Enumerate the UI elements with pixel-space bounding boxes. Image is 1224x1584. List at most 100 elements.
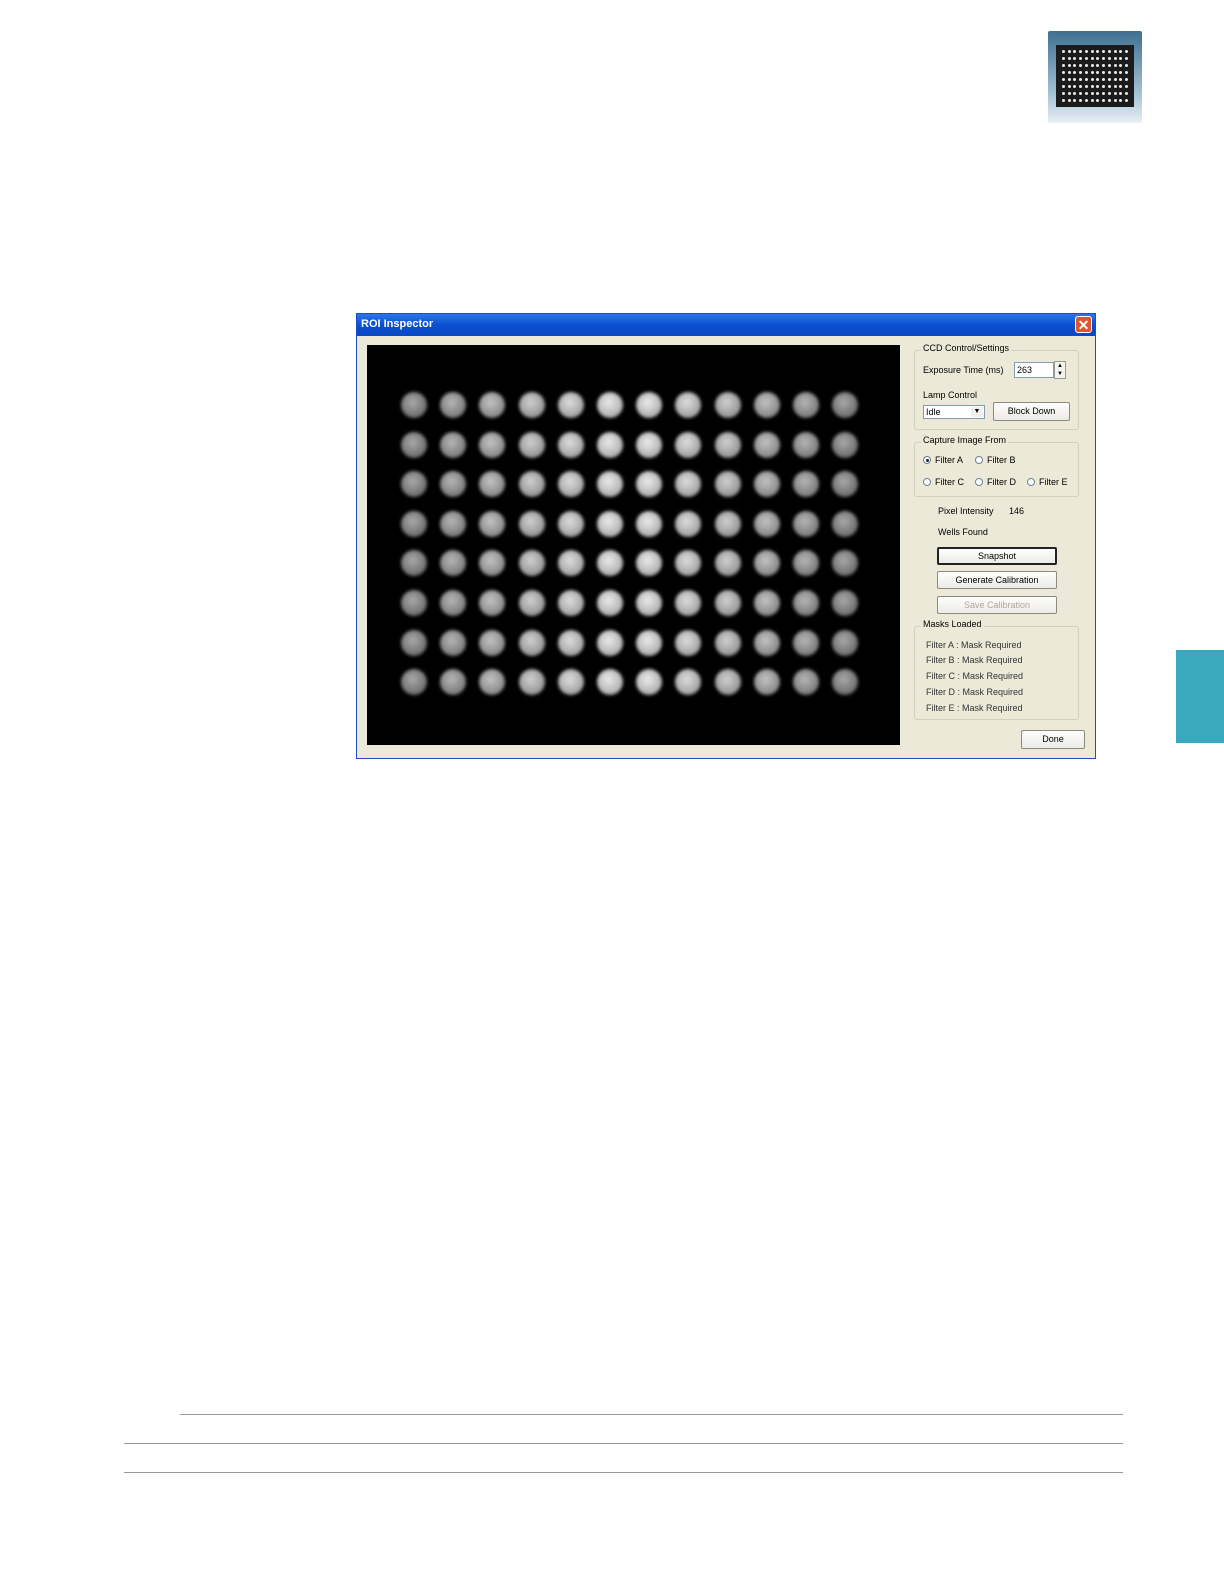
thumbnail-well — [1113, 98, 1117, 102]
done-button[interactable]: Done — [1021, 730, 1085, 749]
well-spot — [636, 431, 663, 458]
thumbnail-well — [1096, 50, 1100, 54]
thumbnail-well — [1079, 57, 1083, 61]
well-spot — [636, 510, 663, 537]
thumbnail-well — [1061, 64, 1065, 68]
thumbnail-well — [1090, 91, 1094, 95]
thumbnail-well — [1102, 57, 1106, 61]
well-spot — [518, 392, 545, 418]
thumbnail-well — [1084, 64, 1088, 68]
well-spot — [832, 471, 859, 498]
thumbnail-well — [1113, 91, 1117, 95]
well-spot — [479, 669, 506, 696]
well-spot — [518, 590, 545, 616]
well-spot — [557, 471, 584, 498]
thumbnail-well — [1067, 84, 1071, 88]
spin-up-icon[interactable]: ▲ — [1055, 362, 1065, 370]
well-spot — [440, 471, 467, 498]
snapshot-button[interactable]: Snapshot — [937, 547, 1057, 565]
thumbnail-well — [1096, 91, 1100, 95]
thumbnail-well — [1107, 84, 1111, 88]
well-spot — [479, 431, 506, 458]
well-spot — [401, 590, 427, 616]
well-spot — [636, 550, 663, 577]
thumbnail-well — [1107, 71, 1111, 75]
thumbnail-well — [1113, 57, 1117, 61]
thumbnail-well — [1125, 71, 1129, 75]
well-spot — [518, 669, 545, 696]
well-spot — [714, 510, 741, 537]
thumbnail-well — [1061, 91, 1065, 95]
well-spot — [401, 392, 427, 418]
well-spot — [675, 471, 702, 498]
well-spot — [714, 590, 741, 616]
close-icon[interactable]: ✕ — [1075, 316, 1092, 333]
thumbnail-well — [1090, 77, 1094, 81]
well-spot — [675, 669, 702, 696]
well-spot — [753, 431, 780, 458]
thumbnail-well — [1061, 77, 1065, 81]
filter-b-radio[interactable] — [975, 456, 983, 464]
filter-d-radio[interactable] — [975, 478, 983, 486]
thumbnail-well — [1119, 98, 1123, 102]
well-spot — [401, 629, 427, 656]
thumbnail-well — [1119, 50, 1123, 54]
filter-b-label: Filter B — [987, 455, 1016, 465]
thumbnail-well — [1084, 57, 1088, 61]
thumbnail-well — [1084, 91, 1088, 95]
thumbnail-well — [1107, 91, 1111, 95]
well-spot — [518, 550, 545, 577]
thumbnail-well — [1119, 71, 1123, 75]
well-spot — [518, 431, 545, 458]
plate-image-view[interactable] — [367, 345, 900, 745]
block-down-button[interactable]: Block Down — [993, 402, 1070, 421]
thumbnail-well — [1107, 98, 1111, 102]
well-spot — [479, 550, 506, 577]
filter-c-radio[interactable] — [923, 478, 931, 486]
thumbnail-well — [1119, 84, 1123, 88]
thumbnail-well — [1061, 50, 1065, 54]
mask-status-item: Filter D : Mask Required — [926, 687, 1024, 697]
filter-d-label: Filter D — [987, 477, 1016, 487]
well-spot — [832, 590, 859, 616]
thumbnail-plate — [1056, 45, 1134, 107]
capture-group-label: Capture Image From — [921, 435, 1009, 445]
mask-status-item: Filter A : Mask Required — [926, 640, 1022, 650]
thumbnail-well — [1084, 84, 1088, 88]
well-spot — [479, 629, 506, 656]
pixel-intensity-label: Pixel Intensity — [938, 506, 994, 516]
well-spot — [832, 392, 859, 418]
thumbnail-well — [1090, 64, 1094, 68]
well-spot — [597, 431, 623, 458]
filter-e-radio[interactable] — [1027, 478, 1035, 486]
thumbnail-well — [1061, 57, 1065, 61]
lamp-select[interactable]: Idle ▼ — [923, 405, 985, 419]
thumbnail-well — [1102, 77, 1106, 81]
thumbnail-well — [1090, 84, 1094, 88]
well-spot — [714, 392, 741, 418]
filter-a-radio[interactable] — [923, 456, 931, 464]
thumbnail-well — [1084, 71, 1088, 75]
well-spot — [557, 590, 584, 616]
thumbnail-well — [1073, 57, 1077, 61]
thumbnail-well — [1073, 77, 1077, 81]
filter-e-label: Filter E — [1039, 477, 1068, 487]
title-bar[interactable]: ROI Inspector ✕ — [357, 314, 1095, 336]
well-spot — [636, 669, 663, 696]
lamp-value: Idle — [926, 407, 941, 417]
well-spot — [636, 471, 663, 498]
thumbnail-well — [1107, 77, 1111, 81]
well-spot — [675, 590, 702, 616]
exposure-input[interactable]: 263 — [1014, 362, 1054, 378]
plate-thumbnail-icon — [1048, 31, 1142, 123]
exposure-spinner[interactable]: ▲ ▼ — [1054, 361, 1066, 379]
chevron-down-icon[interactable]: ▼ — [971, 407, 983, 417]
thumbnail-well — [1067, 50, 1071, 54]
generate-calibration-button[interactable]: Generate Calibration — [937, 571, 1057, 589]
save-calibration-button[interactable]: Save Calibration — [937, 596, 1057, 614]
well-spot — [597, 629, 623, 656]
thumbnail-well — [1102, 71, 1106, 75]
thumbnail-well — [1102, 50, 1106, 54]
well-spot — [832, 629, 859, 656]
spin-down-icon[interactable]: ▼ — [1055, 370, 1065, 378]
